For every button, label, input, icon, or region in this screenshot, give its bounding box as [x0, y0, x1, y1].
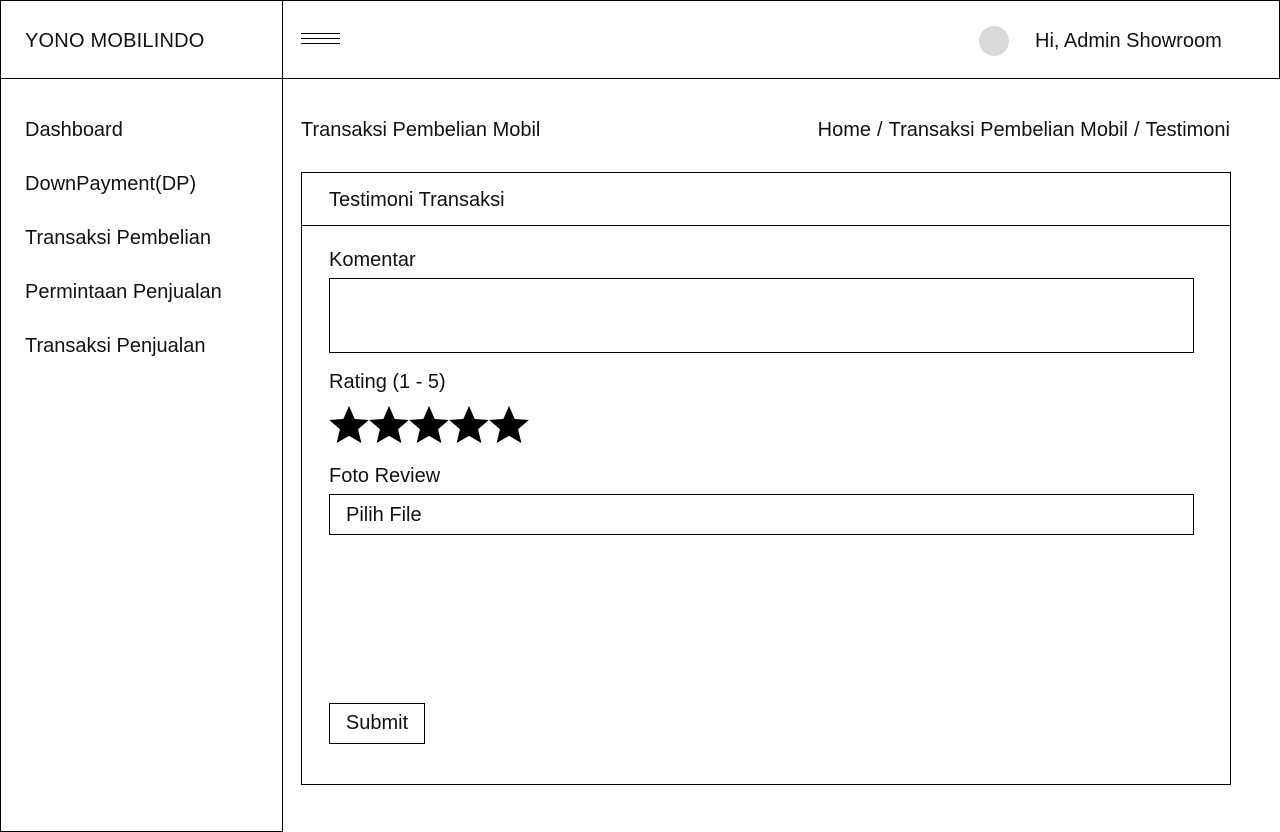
sidebar: Dashboard DownPayment(DP) Transaksi Pemb… [0, 78, 283, 832]
testimoni-card: Testimoni Transaksi Komentar Rating (1 -… [301, 172, 1231, 785]
sidebar-item-downpayment[interactable]: DownPayment(DP) [25, 173, 196, 196]
komentar-label: Komentar [329, 249, 416, 271]
file-input-label: Pilih File [346, 504, 422, 526]
komentar-textarea[interactable] [329, 278, 1194, 353]
star-icon[interactable] [369, 405, 409, 445]
breadcrumb-separator: / [1133, 119, 1140, 141]
brand-box: YONO MOBILINDO [0, 0, 283, 79]
submit-button[interactable]: Submit [329, 703, 425, 744]
user-greeting[interactable]: Hi, Admin Showroom [1035, 30, 1222, 53]
file-input[interactable]: Pilih File [329, 494, 1194, 535]
sidebar-item-dashboard[interactable]: Dashboard [25, 119, 123, 142]
star-icon[interactable] [489, 405, 529, 445]
hamburger-menu-icon[interactable] [301, 31, 341, 49]
star-icon[interactable] [449, 405, 489, 445]
breadcrumb-separator: / [877, 119, 883, 141]
breadcrumb: Home / Transaksi Pembelian Mobil / Testimoni [818, 119, 1230, 142]
card-header: Testimoni Transaksi [302, 173, 1230, 226]
breadcrumb-testimoni: Testimoni [1145, 119, 1230, 141]
breadcrumb-transaksi-pembelian-mobil[interactable]: Transaksi Pembelian Mobil [889, 119, 1128, 141]
card-title: Testimoni Transaksi [329, 189, 505, 211]
rating-label: Rating (1 - 5) [329, 371, 446, 393]
star-icon[interactable] [329, 405, 369, 445]
sidebar-item-transaksi-pembelian[interactable]: Transaksi Pembelian [25, 227, 211, 250]
breadcrumb-home[interactable]: Home [818, 119, 871, 141]
brand-logo-text: YONO MOBILINDO [25, 30, 205, 52]
page-title: Transaksi Pembelian Mobil [301, 119, 541, 141]
avatar[interactable] [979, 26, 1009, 56]
sidebar-item-permintaan-penjualan[interactable]: Permintaan Penjualan [25, 281, 222, 304]
top-bar: Hi, Admin Showroom [282, 0, 1280, 79]
star-icon[interactable] [409, 405, 449, 445]
sidebar-item-transaksi-penjualan[interactable]: Transaksi Penjualan [25, 335, 205, 358]
foto-review-label: Foto Review [329, 465, 441, 487]
